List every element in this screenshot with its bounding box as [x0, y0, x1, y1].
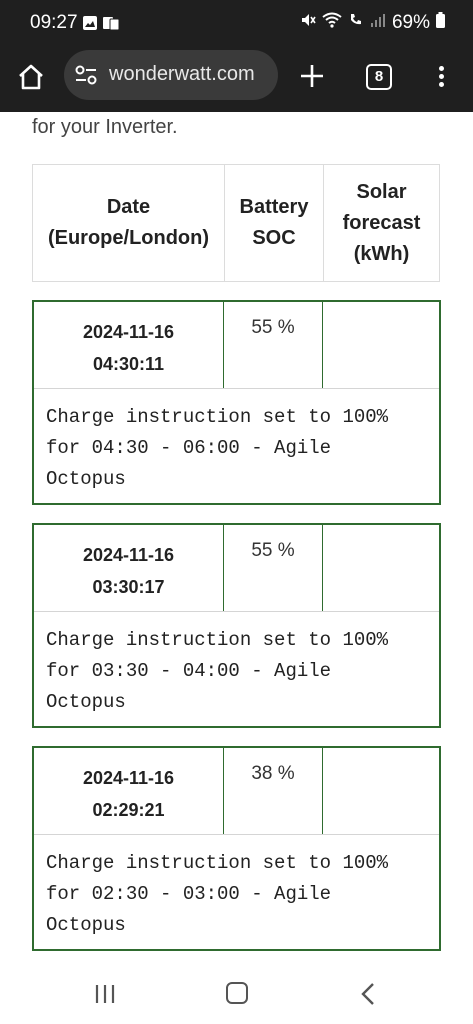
- log-table-header: Date (Europe/London) Battery SOC Solar fore…: [32, 164, 440, 282]
- header-date: Date (Europe/London): [33, 165, 225, 281]
- status-time: 09:27: [30, 12, 78, 33]
- notification-icon: [102, 15, 120, 36]
- address-bar[interactable]: wonderwatt.com: [64, 50, 278, 100]
- home-button-icon[interactable]: [226, 982, 248, 1004]
- entry-message: Charge instruction set to 100% for 04:30…: [46, 406, 389, 490]
- recent-apps-icon[interactable]: [94, 983, 116, 1005]
- intro-text: for your Inverter.: [32, 116, 178, 138]
- log-entry: 2024-11-16 03:30:17 55 % Charge instructi…: [32, 523, 441, 728]
- browser-top-bar: 09:27 69% wonderwatt.com 8: [0, 0, 473, 112]
- wifi-icon: [322, 12, 342, 34]
- entry-solar: [323, 302, 438, 388]
- image-icon: [82, 15, 98, 36]
- entry-solar: [323, 748, 438, 834]
- header-battery-soc: Battery SOC: [225, 165, 324, 281]
- entry-datetime: 2024-11-16 02:29:21: [34, 748, 224, 834]
- wifi-call-icon: [348, 12, 364, 34]
- back-icon[interactable]: [360, 982, 376, 1006]
- more-menu-icon[interactable]: [431, 62, 451, 90]
- entry-soc: 38 %: [224, 748, 323, 834]
- system-nav-bar: [0, 966, 473, 1024]
- entry-message: Charge instruction set to 100% for 02:30…: [46, 852, 389, 936]
- url-text[interactable]: wonderwatt.com: [109, 63, 255, 86]
- entry-datetime: 2024-11-16 04:30:11: [34, 302, 224, 388]
- new-tab-icon[interactable]: [298, 62, 326, 90]
- status-bar: 09:27 69%: [0, 0, 473, 50]
- entry-solar: [323, 525, 438, 611]
- tab-switcher-button[interactable]: 8: [366, 64, 392, 90]
- entry-soc: 55 %: [224, 525, 323, 611]
- mute-icon: [300, 12, 316, 34]
- browser-toolbar: wonderwatt.com 8: [0, 50, 473, 110]
- entry-message: Charge instruction set to 100% for 03:30…: [46, 629, 389, 713]
- log-entry: 2024-11-16 02:29:21 38 % Charge instructi…: [32, 746, 441, 951]
- log-entry: 2024-11-16 04:30:11 55 % Charge instructi…: [32, 300, 441, 505]
- site-settings-icon[interactable]: [74, 64, 98, 86]
- battery-percent: 69%: [391, 12, 430, 33]
- header-solar-forecast: Solar forecast (kWh): [342, 180, 421, 265]
- battery-icon: [436, 12, 445, 34]
- signal-icon: [370, 12, 386, 34]
- entry-datetime: 2024-11-16 03:30:17: [34, 525, 224, 611]
- entry-soc: 55 %: [224, 302, 323, 388]
- page-content: for your Inverter. Date (Europe/London) B…: [0, 112, 473, 966]
- home-icon[interactable]: [16, 62, 46, 92]
